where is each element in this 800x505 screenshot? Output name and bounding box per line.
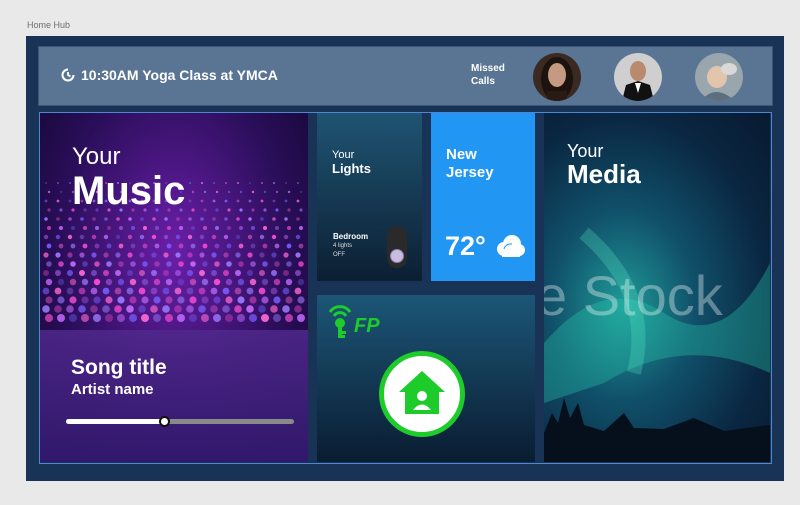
missed-calls-label: Missed Calls: [471, 63, 505, 87]
weather-city-line1: New: [446, 146, 477, 163]
clock-icon: [61, 68, 75, 82]
lights-state: OFF: [333, 252, 345, 258]
home-button[interactable]: [379, 351, 465, 437]
reminder-text: 10:30AM Yoga Class at YMCA: [81, 67, 278, 83]
missed-call-avatar-2[interactable]: [614, 53, 662, 101]
missed-call-avatar-1[interactable]: [533, 53, 581, 101]
weather-city-line2: Jersey: [446, 164, 494, 181]
music-prefix: Your: [72, 143, 121, 170]
media-tile[interactable]: e Stock Your Media: [544, 113, 770, 462]
artist-name: Artist name: [71, 381, 154, 398]
weather-temperature: 72°: [445, 231, 486, 261]
music-tile[interactable]: Your Music Song title Artist name: [40, 113, 308, 462]
missed-call-avatar-3[interactable]: [695, 53, 743, 101]
reminder[interactable]: 10:30AM Yoga Class at YMCA: [61, 67, 278, 83]
key-signal-icon: [328, 305, 352, 338]
fp-tile[interactable]: FP: [317, 295, 535, 462]
playback-progress-fill: [66, 419, 165, 424]
header-bar: 10:30AM Yoga Class at YMCA Missed Calls: [38, 46, 773, 106]
cloud-icon: [497, 235, 525, 257]
fp-logo-text: FP: [354, 315, 380, 337]
lights-title: Lights: [332, 161, 371, 176]
lights-prefix: Your: [332, 149, 355, 161]
weather-tile[interactable]: New Jersey 72°: [431, 113, 535, 281]
toggle-knob: [390, 249, 404, 263]
playback-scrubber-handle[interactable]: [159, 416, 171, 427]
lights-count: 4 lights: [333, 243, 353, 249]
lights-room: Bedroom: [333, 232, 369, 241]
bedroom-lights-toggle[interactable]: [387, 226, 407, 268]
home-hub-device: 10:30AM Yoga Class at YMCA Missed Calls: [26, 36, 784, 481]
home-person-icon: [399, 371, 445, 414]
watermark-text: e Stock: [544, 264, 723, 327]
frame-label: Home Hub: [27, 20, 71, 30]
media-title: Media: [567, 159, 641, 189]
music-title: Music: [72, 169, 186, 213]
lights-tile[interactable]: Your Lights Bedroom 4 lights OFF: [317, 113, 422, 281]
song-title: Song title: [71, 356, 167, 379]
playback-progress-bar[interactable]: [66, 416, 294, 427]
